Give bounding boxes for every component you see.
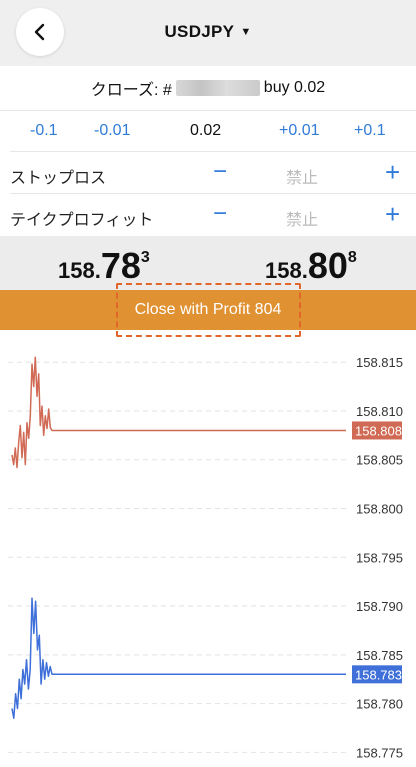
volume-row: -0.1 -0.01 0.02 +0.01 +0.1 [0,111,416,151]
tick-chart: 158.815 158.810 158.805 158.800 158.795 158.7… [0,330,416,767]
tick-chart-svg: 158.815 158.810 158.805 158.800 158.795 158.7… [8,355,403,760]
bid-price-sup: 3 [140,249,150,266]
bid-price-prefix: 158. [58,258,101,283]
volume-plus-large-button[interactable]: +0.1 [354,122,386,140]
take-profit-row: テイクプロフィット − 禁止 + [10,193,416,235]
bid-price: 158.783 [58,245,150,287]
volume-plus-small-button[interactable]: +0.01 [279,122,319,140]
close-order-suffix: buy 0.02 [263,79,326,96]
y-tick-label: 158.780 [356,697,403,712]
y-tick-label: 158.815 [356,355,403,370]
y-tick-label: 158.805 [356,453,403,468]
stop-loss-plus-button[interactable]: + [385,157,400,188]
take-profit-minus-button[interactable]: − [213,200,227,228]
take-profit-plus-button[interactable]: + [385,199,400,230]
y-tick-label: 158.810 [356,404,403,419]
bid-price-big: 78 [100,245,141,286]
caret-down-icon: ▼ [240,26,252,38]
volume-minus-small-button[interactable]: -0.01 [94,122,130,140]
close-order-row: クローズ: # buy 0.02 [0,66,416,111]
volume-value: 0.02 [190,122,222,139]
last-price-label: 158.783 [355,667,402,682]
symbol-selector[interactable]: USDJPY ▼ [0,22,416,42]
series-line [11,597,346,719]
ask-price-big: 80 [307,245,348,286]
close-with-profit-button[interactable]: Close with Profit 804 [0,290,416,330]
redacted-order-number [175,80,260,96]
y-tick-label: 158.790 [356,599,403,614]
stop-loss-label: ストップロス [10,170,107,187]
y-tick-label: 158.775 [356,745,403,760]
last-price-label: 158.808 [355,423,402,438]
take-profit-label: テイクプロフィット [10,212,154,229]
y-tick-label: 158.785 [356,648,403,663]
ask-price-sup: 8 [347,249,357,266]
y-tick-label: 158.795 [356,550,403,565]
price-row: 158.783 158.808 [0,236,416,290]
close-order-prefix: クローズ: # [90,82,172,99]
ask-price: 158.808 [265,245,357,287]
close-with-profit-label: Close with Profit 804 [134,301,282,318]
take-profit-value: 禁止 [286,212,319,229]
y-tick-label: 158.800 [356,502,403,517]
stop-loss-minus-button[interactable]: − [213,158,227,186]
symbol-name: USDJPY [164,22,235,41]
volume-minus-large-button[interactable]: -0.1 [30,122,58,140]
header-bar: USDJPY ▼ [0,0,416,66]
ask-price-prefix: 158. [265,258,308,283]
series-line [11,356,346,469]
stop-loss-value: 禁止 [286,170,319,187]
stop-loss-row: ストップロス − 禁止 + [10,151,416,193]
